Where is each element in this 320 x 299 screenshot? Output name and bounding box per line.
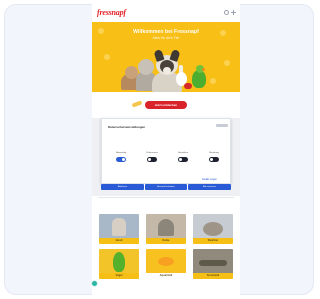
hero-banner: Willkommen bei Fressnapf Alles für dein … (92, 22, 240, 92)
category-tile-small-animals[interactable]: Kleintier (193, 214, 233, 244)
chat-icon[interactable] (91, 280, 98, 287)
site-logo[interactable]: fressnapf (97, 8, 126, 17)
category-tile-label: Terraristik (193, 273, 233, 279)
consent-title: Datenschutzeinstellungen (108, 125, 146, 129)
menu-icon[interactable] (231, 10, 236, 15)
reptiles-photo (193, 249, 233, 273)
allow-selection-button[interactable]: Auswahl erlauben (145, 184, 187, 190)
category-tile-label: Kleintier (193, 238, 233, 244)
cats-photo (146, 214, 186, 238)
paw-pattern-icon (104, 54, 110, 60)
paw-pattern-icon (210, 78, 216, 84)
consent-category-label: Notwendig (115, 152, 127, 154)
bone-icon (131, 100, 143, 108)
category-tile-fish[interactable]: Aquaristik (146, 249, 186, 279)
top-bar: fressnapf (92, 4, 240, 22)
marketing-toggle[interactable] (209, 157, 219, 162)
consent-category-marketing: Marketing (199, 152, 229, 166)
small-animals-photo (193, 214, 233, 238)
consent-categories: Notwendig Präferenzen Statistiken Market… (106, 152, 228, 166)
category-tile-cats[interactable]: Katze (146, 214, 186, 244)
consent-category-preferences: Präferenzen (137, 152, 167, 166)
deny-button[interactable]: Ablehnen (101, 184, 144, 190)
consent-button-row: Ablehnen Auswahl erlauben Alle zulassen (101, 184, 231, 190)
hero-title: Willkommen bei Fressnapf (133, 29, 199, 35)
category-tile-birds[interactable]: Vogel (99, 249, 139, 279)
preferences-toggle[interactable] (147, 157, 157, 162)
allow-all-button[interactable]: Alle zulassen (188, 184, 231, 190)
consent-provider-logo (216, 124, 228, 127)
dogs-photo (99, 214, 139, 238)
category-tile-label: Hund (99, 238, 139, 244)
paw-pattern-icon (224, 60, 230, 66)
show-details-link[interactable]: Details zeigen (202, 178, 217, 181)
cta-button[interactable]: Jetzt entdecken (145, 101, 187, 109)
consent-category-necessary: Notwendig (106, 152, 136, 166)
category-tile-reptiles[interactable]: Terraristik (193, 249, 233, 279)
consent-category-label: Marketing (209, 152, 219, 154)
statistics-toggle[interactable] (178, 157, 188, 162)
promo-banner: Jetzt entdecken (92, 92, 240, 118)
account-icon[interactable] (224, 10, 229, 15)
category-tile-label: Vogel (99, 273, 139, 279)
category-tile-label: Katze (146, 238, 186, 244)
consent-category-label: Statistiken (177, 152, 189, 154)
category-tile-label: Aquaristik (146, 273, 186, 279)
mobile-page: fressnapf Willkommen bei Fressnapf Alles… (92, 4, 240, 295)
consent-category-statistics: Statistiken (168, 152, 198, 166)
consent-category-label: Präferenzen (146, 152, 158, 154)
fish-photo (146, 249, 186, 273)
necessary-toggle[interactable] (116, 157, 126, 162)
birds-photo (99, 249, 139, 273)
hero-subtitle: Alles für dein Tier (152, 36, 180, 40)
category-section-heading (98, 195, 234, 198)
category-tile-dogs[interactable]: Hund (99, 214, 139, 244)
cookie-consent-dialog: Datenschutzeinstellungen Notwendig Präfe… (101, 118, 231, 184)
divider (98, 197, 234, 198)
